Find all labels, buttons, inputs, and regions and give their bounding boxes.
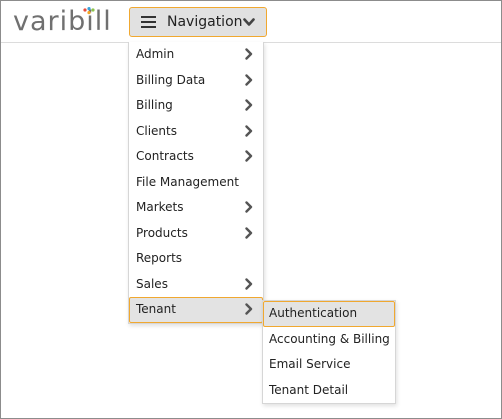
menu-item-label: Contracts [136, 149, 194, 163]
logo-dots-icon [83, 7, 95, 15]
menu-item-label: Reports [136, 251, 183, 265]
submenu-item-label: Email Service [269, 357, 351, 371]
menu-item-label: File Management [136, 174, 239, 189]
chevron-down-icon [243, 18, 255, 26]
navigation-button[interactable]: Navigation [129, 7, 267, 37]
menu-item-label: Products [136, 225, 188, 240]
menu-item-label: Clients [136, 123, 177, 138]
menu-item-file-management[interactable]: File Management [129, 170, 263, 196]
chevron-right-icon [245, 99, 253, 111]
hamburger-icon [141, 16, 156, 28]
menu-item-sales[interactable]: Sales [129, 272, 263, 298]
tenant-submenu: Authentication Accounting & Billing Email … [262, 300, 396, 404]
chevron-right-icon [245, 303, 253, 315]
chevron-right-icon [245, 277, 253, 290]
menu-item-contracts[interactable]: Contracts [129, 144, 263, 170]
menu-item-products[interactable]: Products [129, 221, 263, 247]
navigation-button-label: Navigation [167, 14, 243, 30]
menu-item-clients[interactable]: Clients [129, 119, 263, 145]
chevron-right-icon [245, 73, 253, 86]
menu-item-billing[interactable]: Billing [129, 93, 263, 119]
chevron-right-icon [245, 201, 253, 213]
chevron-right-icon [245, 226, 253, 239]
menu-item-billing-data[interactable]: Billing Data [129, 68, 263, 94]
menu-item-tenant[interactable]: Tenant [129, 297, 263, 323]
menu-item-label: Sales [136, 276, 168, 291]
menu-item-label: Billing [136, 98, 173, 112]
navigation-menu: Admin Billing Data Billing Clients Contracts… [128, 42, 264, 324]
submenu-item-authentication[interactable]: Authentication [263, 301, 395, 327]
chevron-right-icon [245, 124, 253, 137]
chevron-right-icon [245, 150, 253, 162]
menu-item-label: Admin [136, 47, 175, 61]
varibill-logo: varibill [13, 6, 112, 38]
app-window: varibill Navigation Admin Billing Data Bil… [0, 0, 502, 419]
submenu-item-tenant-detail[interactable]: Tenant Detail [263, 378, 395, 404]
menu-item-admin[interactable]: Admin [129, 42, 263, 68]
submenu-item-label: Accounting & Billing [269, 331, 390, 346]
submenu-item-label: Authentication [269, 306, 358, 320]
submenu-item-email-service[interactable]: Email Service [263, 352, 395, 378]
submenu-item-accounting-billing[interactable]: Accounting & Billing [263, 327, 395, 353]
submenu-item-label: Tenant Detail [269, 382, 349, 397]
menu-item-label: Tenant [136, 302, 176, 316]
menu-item-markets[interactable]: Markets [129, 195, 263, 221]
chevron-right-icon [245, 48, 253, 60]
menu-item-label: Billing Data [136, 72, 206, 87]
menu-item-reports[interactable]: Reports [129, 246, 263, 272]
menu-item-label: Markets [136, 200, 184, 214]
top-bar: varibill Navigation [1, 1, 501, 43]
